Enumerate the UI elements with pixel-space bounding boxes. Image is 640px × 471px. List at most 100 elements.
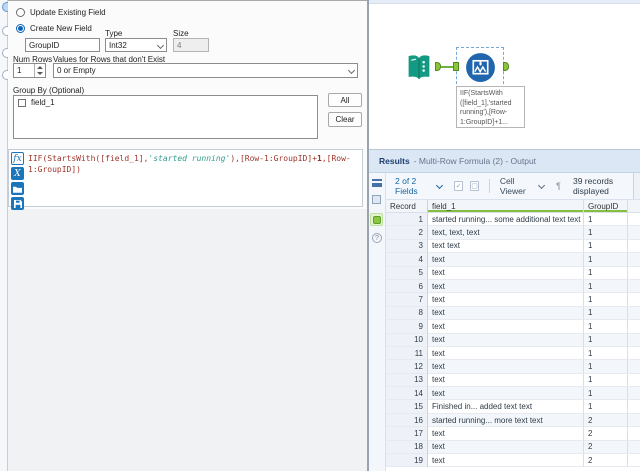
table-row[interactable]: 6 text 1 [386, 279, 640, 294]
field-1-cell[interactable]: text [428, 266, 584, 280]
new-window-icon[interactable]: ▢ [470, 181, 479, 191]
record-cell[interactable]: 15 [386, 400, 428, 414]
record-cell[interactable]: 14 [386, 387, 428, 401]
table-row[interactable]: 13 text 1 [386, 373, 640, 388]
groupid-cell[interactable]: 2 [584, 413, 628, 428]
field-1-cell[interactable]: text text [428, 239, 584, 254]
function-fx-icon[interactable]: fx [11, 152, 24, 165]
groupid-cell[interactable]: 1 [584, 279, 628, 294]
all-button[interactable]: All [328, 93, 362, 107]
field-1-cell[interactable]: text [428, 454, 584, 468]
groupid-cell[interactable]: 1 [584, 239, 628, 254]
field-1-cell[interactable]: started running... more text text [428, 413, 584, 428]
record-cell[interactable]: 17 [386, 427, 428, 441]
groupid-cell[interactable]: 1 [584, 213, 628, 227]
table-row[interactable]: 14 text 1 [386, 387, 640, 401]
record-cell[interactable]: 1 [386, 213, 428, 227]
record-cell[interactable]: 4 [386, 253, 428, 267]
stepper-arrows[interactable] [34, 64, 45, 77]
cell-viewer-dropdown[interactable]: Cell Viewer [500, 176, 546, 196]
record-cell[interactable]: 2 [386, 226, 428, 240]
whitespace-toggle-icon[interactable]: ¶ [556, 181, 561, 191]
table-row[interactable]: 1 started running... some additional text… [386, 213, 640, 227]
record-cell[interactable]: 11 [386, 346, 428, 361]
table-row[interactable]: 19 text 2 [386, 454, 640, 468]
groupid-cell[interactable]: 1 [584, 293, 628, 307]
column-header-groupid[interactable]: GroupID [584, 200, 628, 213]
field-1-cell[interactable]: text [428, 333, 584, 347]
groupid-cell[interactable]: 1 [584, 320, 628, 334]
select-fields-icon[interactable]: ✓ [454, 181, 464, 191]
num-rows-stepper[interactable]: 1 [13, 63, 46, 78]
save-expression-icon[interactable] [11, 197, 24, 210]
help-icon[interactable]: ? [372, 233, 382, 243]
table-row[interactable]: 15 Finished in... added text text 1 [386, 400, 640, 414]
table-row[interactable]: 16 started running... more text text 2 [386, 413, 640, 428]
groupid-cell[interactable]: 2 [584, 440, 628, 455]
table-row[interactable]: 8 text 1 [386, 306, 640, 321]
column-header-record[interactable]: Record [386, 200, 428, 213]
field-1-cell[interactable]: text [428, 306, 584, 321]
record-cell[interactable]: 5 [386, 266, 428, 280]
tool-annotation[interactable]: IIF(StartsWith ([field_1],'started runni… [456, 86, 525, 128]
variables-icon[interactable]: X [11, 167, 24, 180]
field-1-cell[interactable]: text [428, 440, 584, 455]
groupid-cell[interactable]: 1 [584, 346, 628, 361]
layout-icon[interactable] [372, 195, 381, 204]
open-expression-icon[interactable] [11, 182, 24, 195]
record-cell[interactable]: 6 [386, 279, 428, 294]
radio-icon-selected[interactable] [16, 24, 25, 33]
record-cell[interactable]: 19 [386, 454, 428, 468]
table-row[interactable]: 4 text 1 [386, 253, 640, 267]
table-row[interactable]: 17 text 2 [386, 427, 640, 441]
table-row[interactable]: 18 text 2 [386, 440, 640, 455]
table-row[interactable]: 10 text 1 [386, 333, 640, 347]
groupid-cell[interactable]: 1 [584, 400, 628, 414]
groupid-cell[interactable]: 1 [584, 387, 628, 401]
table-row[interactable]: 7 text 1 [386, 293, 640, 307]
groupid-cell[interactable]: 1 [584, 226, 628, 240]
table-row[interactable]: 3 text text 1 [386, 239, 640, 254]
record-cell[interactable]: 12 [386, 360, 428, 374]
metadata-list-icon[interactable] [372, 179, 382, 187]
workflow-canvas[interactable]: IIF(StartsWith ([field_1],'started runni… [369, 0, 640, 149]
groupid-cell[interactable]: 1 [584, 373, 628, 388]
table-row[interactable]: 9 text 1 [386, 320, 640, 334]
record-cell[interactable]: 8 [386, 306, 428, 321]
field-1-cell[interactable]: text [428, 387, 584, 401]
record-cell[interactable]: 13 [386, 373, 428, 388]
text-input-tool-icon[interactable] [404, 54, 434, 81]
radio-create-new-field[interactable]: Create New Field [16, 24, 92, 33]
field-1-cell[interactable]: text [428, 373, 584, 388]
field-1-cell[interactable]: text [428, 346, 584, 361]
groupid-cell[interactable]: 2 [584, 454, 628, 468]
table-row[interactable]: 2 text, text, text 1 [386, 226, 640, 240]
table-row[interactable]: 11 text 1 [386, 346, 640, 361]
multi-row-output-anchor[interactable] [503, 62, 509, 71]
checkbox-icon[interactable] [18, 98, 26, 107]
field-1-cell[interactable]: text [428, 360, 584, 374]
groupid-cell[interactable]: 1 [584, 306, 628, 321]
radio-icon[interactable] [16, 8, 25, 17]
group-by-listbox[interactable]: field_1 [13, 95, 318, 139]
record-cell[interactable]: 9 [386, 320, 428, 334]
record-cell[interactable]: 7 [386, 293, 428, 307]
field-1-cell[interactable]: Finished in... added text text [428, 400, 584, 414]
column-header-field-1[interactable]: field_1 [428, 200, 584, 213]
field-1-cell[interactable]: text [428, 253, 584, 267]
field-1-cell[interactable]: started running... some additional text … [428, 213, 584, 227]
field-1-cell[interactable]: text [428, 427, 584, 441]
field-1-cell[interactable]: text [428, 279, 584, 294]
type-dropdown[interactable]: Int32 [105, 38, 167, 52]
groupid-cell[interactable]: 1 [584, 333, 628, 347]
multi-row-input-anchor[interactable] [453, 62, 459, 71]
field-1-cell[interactable]: text [428, 293, 584, 307]
multi-row-formula-tool-icon[interactable] [464, 51, 497, 84]
record-cell[interactable]: 16 [386, 413, 428, 428]
radio-update-existing-field[interactable]: Update Existing Field [16, 8, 106, 17]
field-1-cell[interactable]: text [428, 320, 584, 334]
table-row[interactable]: 12 text 1 [386, 360, 640, 374]
new-field-name-input[interactable]: GroupID [25, 38, 100, 52]
fields-dropdown[interactable]: 2 of 2 Fields [395, 176, 444, 196]
formula-expression-text[interactable]: IIF(StartsWith([field_1],'started runnin… [28, 153, 358, 204]
